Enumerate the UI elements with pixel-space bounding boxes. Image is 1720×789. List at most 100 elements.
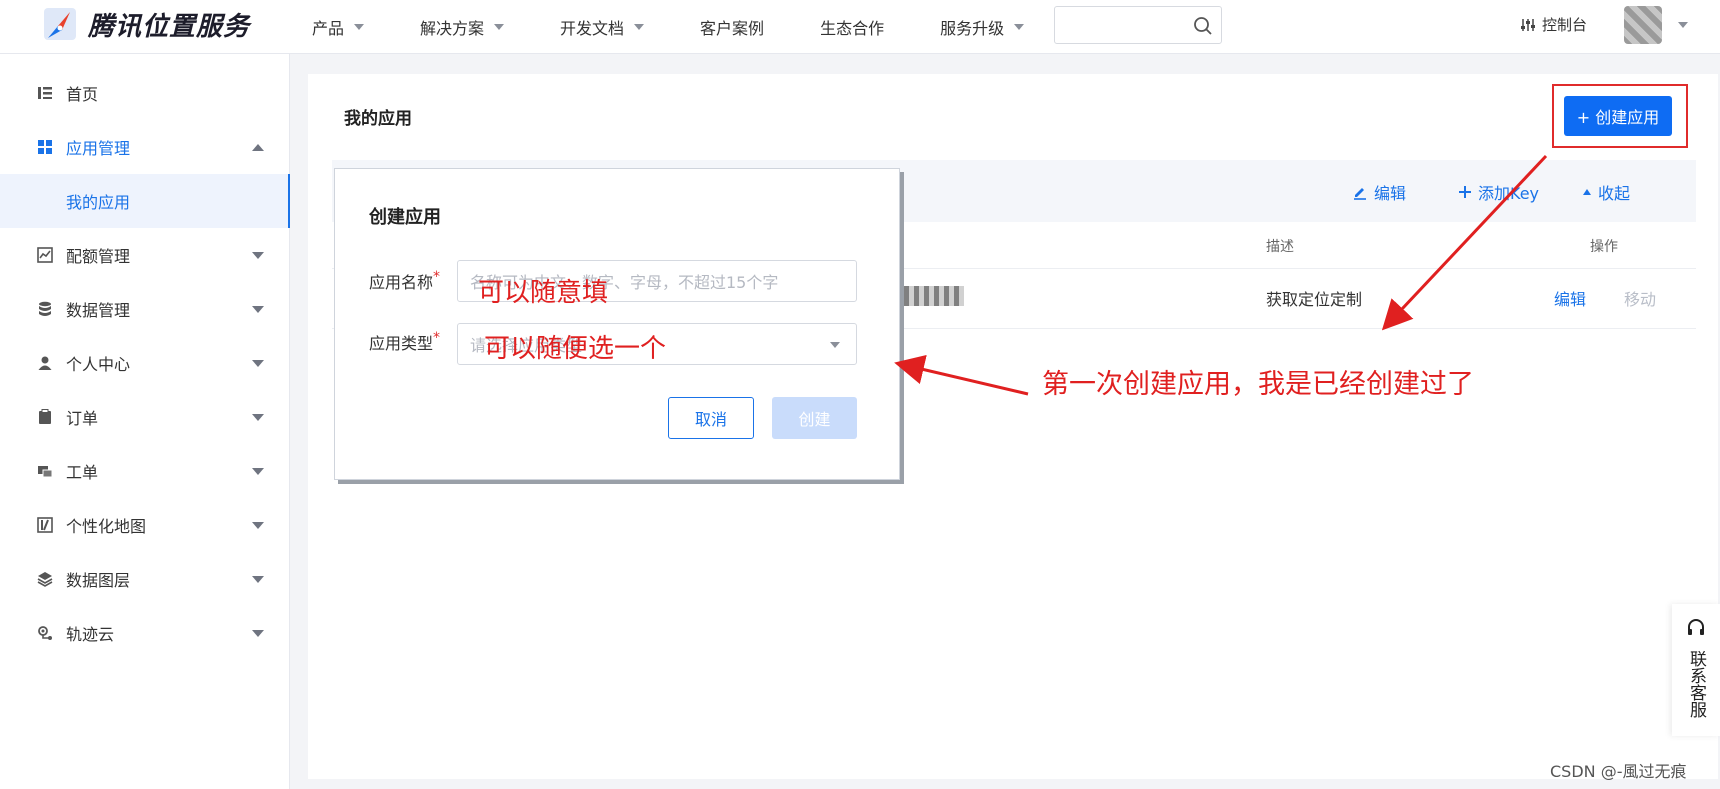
chevron-down-icon[interactable]: [1678, 22, 1688, 28]
sliders-icon: [1521, 18, 1535, 31]
nav-upgrade[interactable]: 服务升级: [940, 15, 1025, 39]
map-style-icon: [36, 516, 54, 534]
label-text: 应用名称: [369, 273, 434, 292]
chevron-down-icon: [252, 306, 264, 313]
edit-label: 编辑: [1374, 184, 1407, 203]
sidebar-item-home[interactable]: 首页: [0, 66, 290, 120]
chevron-down-icon: [354, 24, 365, 30]
watermark-text: CSDN @-風过无痕: [1550, 762, 1687, 781]
brand-name: 腾讯位置服务: [88, 11, 251, 42]
chevron-down-icon: [252, 252, 264, 259]
chevron-down-icon: [494, 24, 505, 30]
nav-products[interactable]: 产品: [312, 15, 365, 39]
user-icon: [36, 354, 54, 372]
nav-label: 客户案例: [700, 19, 765, 38]
create-app-button[interactable]: + 创建应用: [1564, 96, 1672, 136]
sidebar-item-label: 配额管理: [66, 247, 131, 266]
compass-logo-icon: [44, 8, 76, 40]
sidebar-item-my-apps[interactable]: 我的应用: [0, 174, 290, 228]
chart-icon: [36, 246, 54, 264]
sidebar-item-label: 个人中心: [66, 355, 131, 374]
row-description: 获取定位定制: [1266, 290, 1363, 309]
sidebar-item-label: 工单: [66, 463, 99, 482]
nav-label: 开发文档: [560, 19, 625, 38]
nav-label: 生态合作: [820, 19, 885, 38]
layers-icon: [36, 570, 54, 588]
annotation-main-note: 第一次创建应用，我是已经创建过了: [1042, 369, 1474, 400]
cancel-button[interactable]: 取消: [668, 397, 754, 439]
chevron-down-icon: [252, 468, 264, 475]
app-type-label: 应用类型*: [369, 330, 440, 354]
sidebar-item-track-cloud[interactable]: 轨迹云: [0, 606, 290, 660]
column-header-ops: 操作: [1590, 239, 1618, 255]
row-edit-link[interactable]: 编辑: [1554, 286, 1586, 310]
headset-icon: [1688, 619, 1704, 635]
sidebar: 首页 应用管理 我的应用 配额管理 数据管理 个人中心 订单 工单 个性化地图: [0, 54, 290, 789]
chevron-down-icon: [252, 630, 264, 637]
search-box: [1054, 6, 1222, 44]
sidebar-item-label: 订单: [66, 409, 99, 428]
nav-label: 服务升级: [940, 19, 1005, 38]
pencil-icon: [1354, 188, 1366, 200]
annotation-type-hint: 可以随便选一个: [484, 334, 667, 364]
add-key-label: 添加Key: [1478, 184, 1540, 203]
sidebar-item-label: 轨迹云: [66, 625, 115, 644]
chevron-down-icon: [1014, 24, 1025, 30]
nav-label: 产品: [312, 19, 345, 38]
sidebar-item-label: 我的应用: [66, 193, 131, 212]
ticket-icon: [36, 462, 54, 480]
chevron-down-icon: [252, 522, 264, 529]
search-icon[interactable]: [1193, 16, 1213, 36]
column-header-desc: 描述: [1266, 239, 1294, 255]
annotation-name-hint: 可以随意填: [478, 278, 609, 308]
sidebar-item-app-management[interactable]: 应用管理: [0, 120, 290, 174]
top-header: 腾讯位置服务 产品 解决方案 开发文档 客户案例 生态合作 服务升级 控制台: [0, 0, 1720, 54]
row-move-link: 移动: [1624, 290, 1657, 309]
sidebar-item-label: 首页: [66, 85, 99, 104]
grid-icon: [36, 138, 54, 156]
dialog-title: 创建应用: [369, 207, 441, 228]
chevron-down-icon: [252, 576, 264, 583]
top-nav: 产品 解决方案 开发文档 客户案例 生态合作 服务升级: [312, 0, 1080, 54]
chevron-down-icon: [830, 342, 840, 348]
required-mark: *: [433, 330, 441, 346]
sidebar-item-label: 应用管理: [66, 139, 131, 158]
confirm-create-button[interactable]: 创建: [772, 397, 857, 439]
app-name-label: 应用名称*: [369, 269, 440, 293]
nav-label: 解决方案: [420, 19, 485, 38]
sidebar-item-label: 数据管理: [66, 301, 131, 320]
track-icon: [36, 624, 54, 642]
triangle-up-icon: [1583, 189, 1591, 195]
sidebar-item-custom-map[interactable]: 个性化地图: [0, 498, 290, 552]
sidebar-item-data-layers[interactable]: 数据图层: [0, 552, 290, 606]
sidebar-item-quota[interactable]: 配额管理: [0, 228, 290, 282]
nav-ecosystem[interactable]: 生态合作: [820, 15, 884, 39]
required-mark: *: [433, 269, 441, 285]
user-avatar[interactable]: [1624, 6, 1662, 44]
contact-service-label: 联系客服: [1686, 650, 1706, 718]
collapse-label: 收起: [1598, 184, 1631, 203]
search-input[interactable]: [1063, 15, 1183, 35]
edit-app-button[interactable]: 编辑: [1352, 180, 1406, 204]
add-key-button[interactable]: 添加Key: [1458, 180, 1539, 204]
sidebar-item-orders[interactable]: 订单: [0, 390, 290, 444]
redacted-key: [904, 286, 964, 306]
list-icon: [36, 84, 54, 102]
contact-service-widget[interactable]: 联系客服: [1672, 604, 1720, 736]
chevron-down-icon: [634, 24, 645, 30]
sidebar-item-label: 数据图层: [66, 571, 131, 590]
collapse-button[interactable]: 收起: [1582, 180, 1630, 204]
chevron-up-icon: [252, 144, 264, 151]
sidebar-item-tickets[interactable]: 工单: [0, 444, 290, 498]
sidebar-item-data[interactable]: 数据管理: [0, 282, 290, 336]
console-label: 控制台: [1542, 16, 1588, 34]
brand-logo[interactable]: 腾讯位置服务: [40, 4, 250, 44]
nav-solutions[interactable]: 解决方案: [420, 15, 505, 39]
plus-icon: [1459, 186, 1471, 198]
sidebar-item-label: 个性化地图: [66, 517, 147, 536]
nav-docs[interactable]: 开发文档: [560, 15, 645, 39]
sidebar-item-profile[interactable]: 个人中心: [0, 336, 290, 390]
console-link[interactable]: 控制台: [1520, 14, 1587, 35]
chevron-down-icon: [252, 360, 264, 367]
nav-cases[interactable]: 客户案例: [700, 15, 764, 39]
